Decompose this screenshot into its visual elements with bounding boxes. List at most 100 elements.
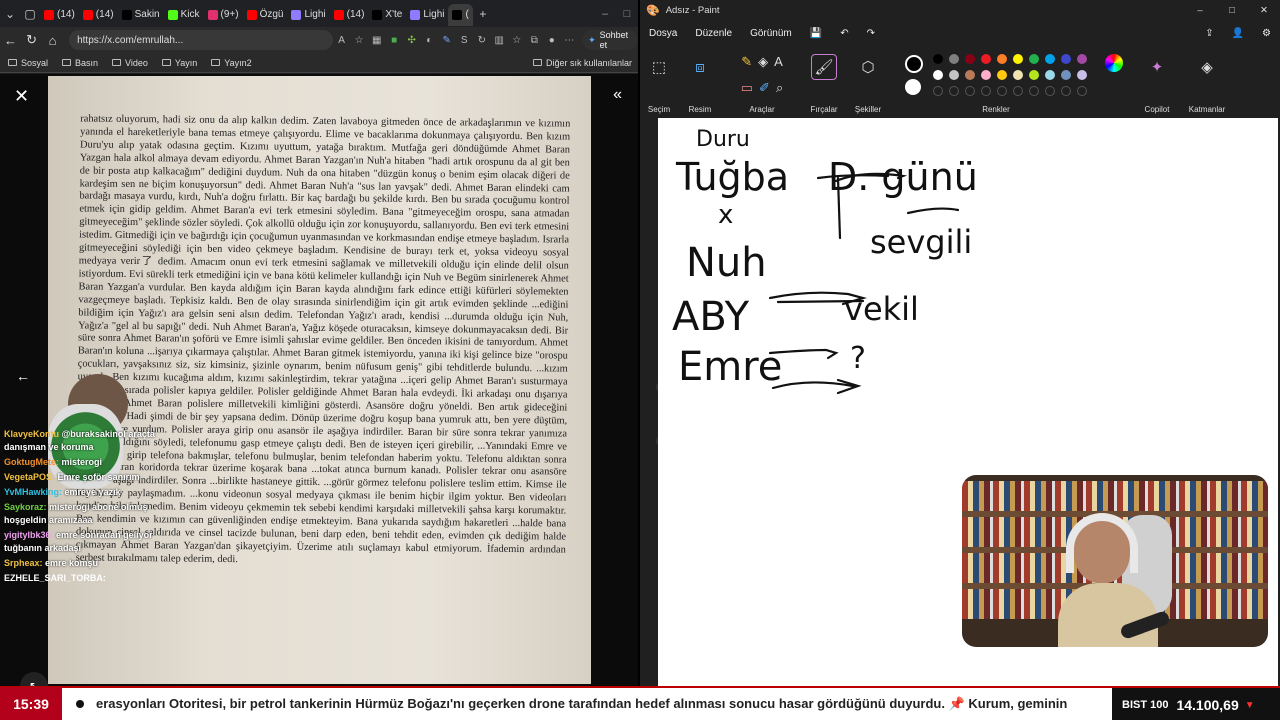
brush-icon[interactable]: 🖌 [811, 54, 837, 80]
close-icon[interactable]: ✕ [14, 86, 29, 107]
color-swatch[interactable] [1077, 70, 1087, 80]
empty-color-swatch[interactable] [933, 86, 943, 96]
sync-icon[interactable]: ↻ [473, 35, 491, 46]
color-swatch[interactable] [1029, 70, 1039, 80]
empty-color-swatch[interactable] [1013, 86, 1023, 96]
browser-tab[interactable]: Lighi [287, 4, 329, 26]
color-swatch[interactable] [1077, 54, 1087, 64]
menu-view[interactable]: Görünüm [750, 28, 792, 39]
extension-icon[interactable]: ◐ [420, 35, 438, 46]
color-picker-icon[interactable]: ✐ [759, 80, 770, 96]
edit-colors-icon[interactable] [1105, 54, 1123, 72]
share-icon[interactable]: ⇪ [1205, 28, 1213, 39]
minimize-icon[interactable]: – [1184, 5, 1216, 16]
magnifier-icon[interactable]: ⌕ [776, 80, 783, 96]
chat-username[interactable]: Srpheax: [4, 558, 43, 568]
chat-username[interactable]: KlavyeKontu [4, 429, 59, 439]
settings-icon[interactable]: ⚙ [1262, 28, 1271, 39]
workspaces-icon[interactable]: ▢ [20, 4, 40, 24]
back-icon[interactable]: ← [0, 33, 21, 48]
browser-tab[interactable]: (14) [330, 4, 369, 26]
url-field[interactable]: https://x.com/emrullah... [69, 30, 333, 50]
collapse-panel-icon[interactable]: « [613, 86, 622, 104]
color-swatch[interactable] [981, 70, 991, 80]
fill-icon[interactable]: ◈ [758, 54, 768, 70]
minimize-icon[interactable]: – [594, 8, 616, 20]
chat-username[interactable]: yigitylbk36: [4, 530, 54, 540]
color-swatch[interactable] [997, 70, 1007, 80]
browser-tab[interactable]: ( [448, 3, 473, 26]
copilot-icon[interactable]: ✦ [1144, 54, 1170, 80]
more-icon[interactable]: ⋯ [561, 35, 579, 46]
browser-tab[interactable]: Kick [164, 4, 204, 26]
menu-file[interactable]: Dosya [649, 28, 677, 39]
color-swatch[interactable] [933, 54, 943, 64]
home-icon[interactable]: ⌂ [42, 33, 63, 48]
refresh-icon[interactable]: ↻ [21, 32, 42, 48]
menu-edit[interactable]: Düzenle [695, 28, 732, 39]
favorite-star-icon[interactable]: ☆ [350, 35, 368, 46]
tab-menu-icon[interactable]: ⌄ [0, 4, 20, 24]
redo-icon[interactable]: ↷ [867, 28, 875, 39]
bookmark-folder[interactable]: Video [112, 58, 148, 68]
split-screen-icon[interactable]: ▥ [491, 35, 509, 46]
previous-image-icon[interactable]: ← [16, 368, 30, 384]
read-aloud-icon[interactable]: A [333, 35, 351, 46]
empty-color-swatch[interactable] [949, 86, 959, 96]
bookmark-folder[interactable]: Yayın [161, 58, 197, 68]
empty-color-swatch[interactable] [1045, 86, 1055, 96]
collections-icon[interactable]: ⧉ [526, 35, 544, 46]
color-swatch[interactable] [949, 54, 959, 64]
account-icon[interactable]: 👤 [1232, 28, 1244, 39]
save-icon[interactable]: 💾 [810, 28, 822, 39]
bookmark-folder[interactable]: Sosyal [8, 58, 48, 68]
select-icon[interactable]: ⬚ [646, 54, 672, 80]
color-swatch[interactable] [1045, 54, 1055, 64]
other-bookmarks[interactable]: Diğer sık kullanılanlar [532, 58, 632, 68]
browser-tab[interactable]: X'te [368, 4, 406, 26]
color-swatch[interactable] [1045, 70, 1055, 80]
maximize-icon[interactable]: □ [616, 8, 638, 20]
new-tab-icon[interactable]: + [473, 4, 493, 24]
browser-tab[interactable]: (9+) [204, 4, 243, 26]
color-swatch[interactable] [981, 54, 991, 64]
maximize-icon[interactable]: □ [1216, 5, 1248, 16]
chat-username[interactable]: VegetaPOS: [4, 472, 55, 482]
eraser-icon[interactable]: ▭ [741, 80, 753, 96]
color-swatch[interactable] [997, 54, 1007, 64]
empty-color-swatch[interactable] [997, 86, 1007, 96]
color-swatch[interactable] [1029, 54, 1039, 64]
bookmark-folder[interactable]: Yayın2 [211, 58, 252, 68]
color-swatch[interactable] [1061, 54, 1071, 64]
primary-color[interactable] [905, 55, 923, 73]
pencil-icon[interactable]: ✎ [741, 54, 752, 70]
extension-icon[interactable]: S [455, 35, 473, 46]
browser-tab[interactable]: (14) [79, 4, 118, 26]
color-swatch[interactable] [1013, 70, 1023, 80]
extension-icon[interactable]: ✎ [438, 35, 456, 46]
copilot-chat-button[interactable]: ✦ Sohbet et [582, 30, 638, 50]
close-icon[interactable]: ✕ [1248, 5, 1280, 16]
color-swatch[interactable] [1061, 70, 1071, 80]
undo-icon[interactable]: ↶ [840, 28, 848, 39]
empty-color-swatch[interactable] [1061, 86, 1071, 96]
color-swatch[interactable] [933, 70, 943, 80]
empty-color-swatch[interactable] [1077, 86, 1087, 96]
color-swatch[interactable] [1013, 54, 1023, 64]
profile-avatar[interactable]: ● [543, 35, 561, 46]
empty-color-swatch[interactable] [981, 86, 991, 96]
bookmark-folder[interactable]: Basın [62, 58, 98, 68]
color-swatch[interactable] [965, 70, 975, 80]
chat-username[interactable]: GoktugMete: [4, 457, 59, 467]
text-icon[interactable]: A [774, 54, 783, 70]
favorites-icon[interactable]: ☆ [508, 35, 526, 46]
empty-color-swatch[interactable] [965, 86, 975, 96]
crop-icon[interactable]: ⧈ [687, 54, 713, 80]
empty-color-swatch[interactable] [1029, 86, 1039, 96]
browser-tab[interactable]: (14) [40, 4, 79, 26]
extension-icon[interactable]: ■ [385, 35, 403, 46]
chat-username[interactable]: Saykoraz: [4, 502, 47, 512]
extension-icon[interactable]: ▦ [368, 35, 386, 46]
shapes-icon[interactable]: ⬡ [855, 54, 881, 80]
color-swatch[interactable] [965, 54, 975, 64]
